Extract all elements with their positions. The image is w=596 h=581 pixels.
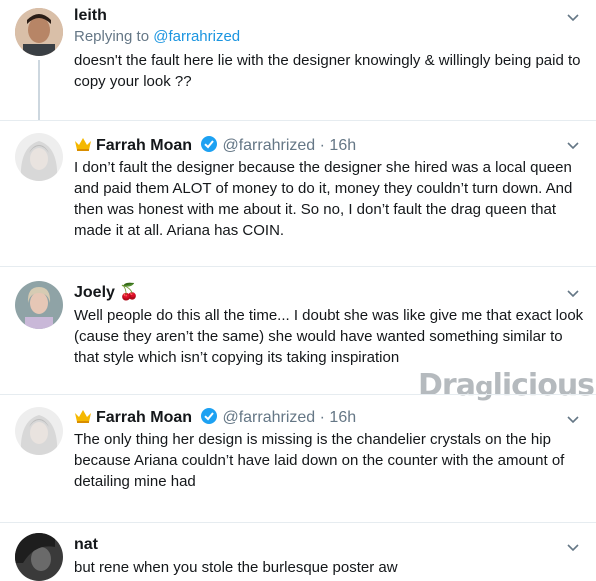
tweet-text: doesn't the fault here lie with the desi… [74,52,581,90]
chevron-down-icon[interactable] [566,10,580,24]
tweet-text: Well people do this all the time... I do… [74,307,584,366]
avatar[interactable] [15,133,63,181]
chevron-down-icon[interactable] [566,286,580,300]
tweet-nat[interactable]: nat but rene when you stole the burlesqu… [0,523,596,581]
chevron-down-icon[interactable] [566,540,580,554]
timestamp[interactable]: · 16h [320,409,356,426]
tweet-text: The only thing her design is missing is … [74,431,565,490]
verified-badge-icon [201,136,218,152]
avatar[interactable] [15,281,63,329]
mention-link[interactable]: @farrahrized [153,28,240,45]
tweet-joely[interactable]: Joely 🍒 Well people do this all the time… [0,267,596,367]
display-name[interactable]: Joely [74,284,115,301]
crown-icon [75,138,91,151]
tweet-leith[interactable]: leith Replying to @farrahrized doesn't t… [0,0,596,120]
tweet-text: I don’t fault the designer because the d… [74,159,573,239]
timestamp[interactable]: · 16h [320,137,356,154]
user-handle[interactable]: @farrahrized [222,409,315,426]
crown-icon [75,410,91,423]
tweet-farrah-2[interactable]: Farrah Moan @farrahrized · 16h The only … [0,395,596,515]
display-name[interactable]: Farrah Moan [96,409,192,426]
avatar[interactable] [15,407,63,455]
chevron-down-icon[interactable] [566,138,580,152]
thread-line [38,60,40,120]
tweet-farrah-1[interactable]: Farrah Moan @farrahrized · 16h I don’t f… [0,121,596,261]
user-handle[interactable]: @farrahrized [222,137,315,154]
display-name[interactable]: nat [74,536,98,553]
verified-badge-icon [201,408,218,424]
display-name[interactable]: Farrah Moan [96,137,192,154]
cherry-emoji: 🍒 [119,284,140,301]
display-name[interactable]: leith [74,7,107,24]
chevron-down-icon[interactable] [566,412,580,426]
avatar[interactable] [15,8,63,56]
tweet-text: but rene when you stole the burlesque po… [74,559,398,576]
replying-to: Replying to @farrahrized [74,28,241,45]
avatar[interactable] [15,533,63,581]
